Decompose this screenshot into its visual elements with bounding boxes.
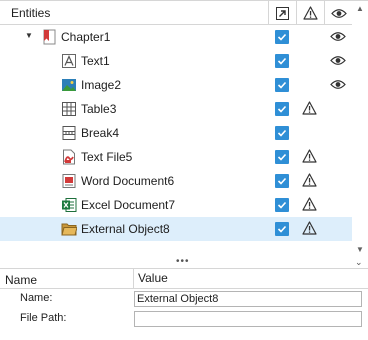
tree-item-word-document6[interactable]: Word Document6: [0, 169, 352, 193]
tree-item-external-object8[interactable]: External Object8: [0, 217, 352, 241]
property-label: File Path:: [20, 312, 67, 324]
collapse-chevron-icon[interactable]: ⌄: [355, 257, 363, 268]
properties-header: Name Value: [0, 269, 368, 289]
expand-chevron-icon[interactable]: ▼: [25, 31, 33, 40]
tree-item-label: External Object8: [81, 222, 170, 236]
include-checkbox[interactable]: [275, 150, 289, 164]
value-column-header: Value: [133, 269, 168, 289]
warning-icon: [303, 6, 318, 20]
name-column-header: Name: [5, 273, 38, 287]
tree-item-text1[interactable]: Text1: [0, 49, 352, 73]
eye-icon: [330, 8, 347, 18]
break-icon: [62, 126, 76, 140]
warning-icon[interactable]: [302, 221, 317, 235]
scroll-up-icon[interactable]: ▲: [356, 5, 364, 13]
warning-icon[interactable]: [302, 101, 317, 115]
include-checkbox[interactable]: [275, 102, 289, 116]
warning-icon[interactable]: [302, 197, 317, 211]
chapter-bookmark-icon: [43, 29, 56, 45]
include-checkbox[interactable]: [275, 126, 289, 140]
name-field[interactable]: External Object8: [134, 291, 362, 307]
excel-doc-icon: [62, 198, 77, 212]
panel-splitter[interactable]: ••• ⌄: [0, 256, 368, 268]
tree-item-label: Break4: [81, 126, 120, 140]
tree-item-label: Text File5: [81, 150, 133, 164]
tree-item-label: Table3: [81, 102, 117, 116]
tree-item-table3[interactable]: Table3: [0, 97, 352, 121]
entities-tree-panel: Entities ▼ Chapter1 Text1 Image2 Table3: [0, 0, 368, 259]
visibility-column-header[interactable]: [324, 1, 352, 25]
word-doc-icon: [62, 174, 76, 188]
text-icon: [62, 54, 76, 68]
properties-panel: Name Value Name: External Object8 File P…: [0, 268, 368, 340]
warning-icon[interactable]: [302, 149, 317, 163]
tree-vertical-scrollbar[interactable]: ▲ ▼: [352, 1, 368, 259]
warning-column-header[interactable]: [296, 1, 324, 25]
tree-item-break4[interactable]: Break4: [0, 121, 352, 145]
property-label: Name:: [20, 292, 53, 304]
property-row-file-path: File Path:: [0, 309, 368, 329]
tree-item-excel-document7[interactable]: Excel Document7: [0, 193, 352, 217]
tree-item-label: Image2: [81, 78, 122, 92]
warning-icon[interactable]: [302, 173, 317, 187]
tree-header: Entities: [0, 1, 352, 25]
tree-item-label: Excel Document7: [81, 198, 176, 212]
eye-icon[interactable]: [330, 31, 346, 42]
link-column-header[interactable]: [268, 1, 296, 25]
table-icon: [62, 102, 76, 116]
eye-icon[interactable]: [330, 55, 346, 66]
tree-root-chapter[interactable]: ▼ Chapter1: [0, 25, 352, 49]
tree-item-text-file5[interactable]: Text File5: [0, 145, 352, 169]
include-checkbox[interactable]: [275, 222, 289, 236]
tree-item-image2[interactable]: Image2: [0, 73, 352, 97]
include-checkbox[interactable]: [275, 30, 289, 44]
tree-item-label: Text1: [81, 54, 110, 68]
splitter-grip-icon[interactable]: •••: [176, 256, 190, 267]
include-checkbox[interactable]: [275, 78, 289, 92]
include-checkbox[interactable]: [275, 198, 289, 212]
file-path-field[interactable]: [134, 311, 362, 327]
scroll-down-icon[interactable]: ▼: [356, 246, 364, 254]
entities-header-title: Entities: [11, 6, 51, 20]
link-out-icon: [276, 6, 289, 20]
include-checkbox[interactable]: [275, 54, 289, 68]
folder-icon: [61, 223, 77, 236]
pdf-file-icon: [63, 149, 75, 165]
image-icon: [62, 79, 76, 91]
tree-item-label: Word Document6: [81, 174, 175, 188]
property-row-name: Name: External Object8: [0, 289, 368, 309]
eye-icon[interactable]: [330, 79, 346, 90]
tree-root-label: Chapter1: [61, 30, 111, 44]
include-checkbox[interactable]: [275, 174, 289, 188]
